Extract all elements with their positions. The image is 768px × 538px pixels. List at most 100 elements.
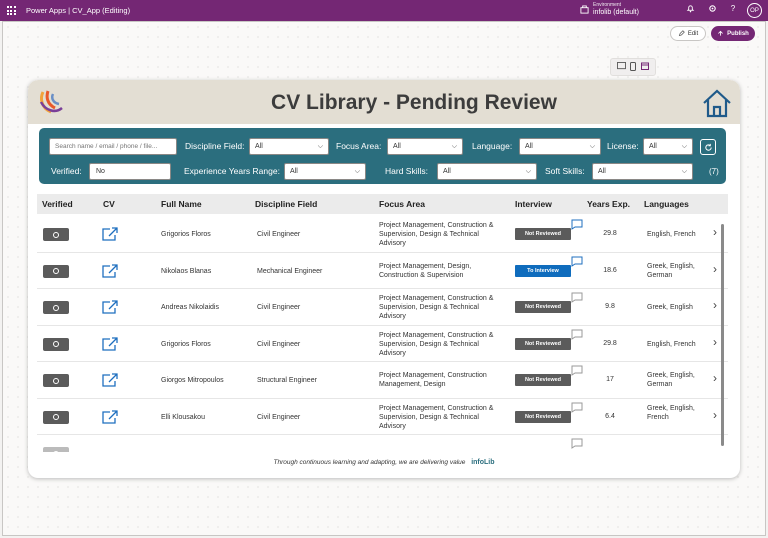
header-languages: Languages — [644, 199, 689, 209]
discipline: Civil Engineer — [257, 413, 301, 421]
discipline: Mechanical Engineer — [257, 267, 323, 275]
chevron-right-icon[interactable]: › — [713, 335, 717, 349]
help-icon[interactable]: ? — [726, 4, 740, 13]
table-row[interactable]: Giorgos Mitropoulos Structural Engineer … — [37, 362, 728, 399]
header-years: Years Exp. — [587, 199, 631, 209]
verified-input[interactable]: No — [89, 163, 171, 180]
experience-dropdown[interactable]: All ⌵ — [284, 163, 366, 180]
comment-icon — [571, 438, 583, 449]
open-cv-icon[interactable] — [101, 336, 119, 351]
environment-icon — [580, 5, 589, 14]
chevron-down-icon: ⌵ — [354, 168, 360, 175]
verify-button[interactable] — [43, 264, 69, 278]
chevron-right-icon[interactable]: › — [713, 408, 717, 422]
focus-area: Project Management, Construction & Super… — [379, 331, 494, 357]
edit-label: Edit — [687, 30, 699, 37]
open-cv-icon[interactable] — [101, 227, 119, 241]
verify-button[interactable] — [43, 228, 69, 241]
languages: Greek, English — [647, 304, 693, 311]
table-row[interactable]: Andreas Nikolaidis Civil Engineer Projec… — [37, 289, 728, 326]
publish-button[interactable]: Publish — [711, 26, 755, 41]
interview-status-button[interactable]: Not Reviewed — [515, 374, 571, 386]
result-count: (7) — [709, 167, 719, 176]
comment-icon[interactable] — [571, 219, 583, 230]
header-interview: Interview — [515, 199, 552, 209]
search-input[interactable] — [49, 138, 177, 155]
interview-status-button[interactable]: Not Reviewed — [515, 301, 571, 313]
chevron-down-icon: ⌵ — [681, 168, 687, 175]
language-value: All — [525, 143, 533, 150]
comment-icon[interactable] — [571, 256, 583, 267]
tablet-icon[interactable] — [617, 62, 627, 72]
license-label: License: — [607, 141, 639, 151]
table-row[interactable]: Grigorios Floros Civil Engineer Project … — [37, 216, 728, 253]
list-scrollbar[interactable] — [721, 224, 724, 446]
discipline: Civil Engineer — [257, 231, 301, 238]
hard-skills-label: Hard Skills: — [385, 166, 428, 176]
hard-skills-value: All — [443, 168, 451, 175]
comment-icon[interactable] — [571, 365, 583, 376]
interview-status-button[interactable]: Not Reviewed — [515, 228, 571, 240]
edit-button[interactable]: Edit — [670, 26, 706, 41]
chevron-down-icon: ⌵ — [317, 143, 323, 150]
pencil-icon — [678, 30, 685, 37]
discipline: Civil Engineer — [257, 304, 301, 311]
top-bar: Power Apps | CV_App (Editing) Environmen… — [0, 0, 768, 21]
interview-status-button[interactable]: Not Reviewed — [515, 337, 571, 350]
chevron-right-icon[interactable]: › — [713, 298, 717, 312]
open-cv-icon[interactable] — [101, 263, 119, 278]
chevron-right-icon[interactable]: › — [713, 371, 717, 385]
full-name: Andreas Nikolaidis — [161, 304, 219, 311]
avatar[interactable]: OP — [747, 3, 762, 18]
discipline-value: All — [255, 143, 263, 150]
table-row[interactable]: Nikolaos Blanas Mechanical Engineer Proj… — [37, 253, 728, 289]
header-full-name: Full Name — [161, 199, 202, 209]
open-cv-icon[interactable] — [101, 409, 119, 424]
header-cv: CV — [103, 199, 115, 209]
comment-icon[interactable] — [571, 402, 583, 413]
languages: Greek, English, German — [647, 372, 695, 388]
verify-button[interactable] — [43, 301, 69, 314]
interview-status-button[interactable]: Not Reviewed — [515, 410, 571, 423]
hard-skills-dropdown[interactable]: All ⌵ — [437, 163, 537, 180]
verify-button[interactable] — [43, 337, 69, 351]
device-preview-toggle — [610, 58, 656, 76]
app-launcher-icon[interactable] — [0, 0, 22, 21]
languages: English, French — [647, 231, 696, 238]
table-row[interactable]: Grigorios Floros Civil Engineer Project … — [37, 326, 728, 362]
discipline-dropdown[interactable]: All ⌵ — [249, 138, 329, 155]
candidate-list: Grigorios Floros Civil Engineer Project … — [37, 216, 728, 452]
bell-icon[interactable] — [683, 4, 697, 15]
app-header: CV Library - Pending Review — [28, 80, 740, 124]
verify-button[interactable] — [43, 374, 69, 387]
language-dropdown[interactable]: All ⌵ — [519, 138, 601, 155]
years-experience: 18.6 — [603, 266, 617, 274]
phone-icon[interactable] — [630, 61, 637, 73]
discipline: Structural Engineer — [257, 377, 317, 384]
open-cv-icon[interactable] — [101, 300, 119, 314]
focus-area: Project Management, Construction Managem… — [379, 372, 487, 388]
calendar-icon[interactable] — [640, 62, 649, 72]
full-name: Elli Klousakou — [161, 413, 205, 421]
chevron-right-icon[interactable]: › — [713, 262, 717, 276]
footer-tagline: Through continuous learning and adapting… — [273, 459, 466, 466]
chevron-right-icon[interactable]: › — [713, 225, 717, 239]
home-icon[interactable] — [701, 88, 733, 118]
focus-dropdown[interactable]: All ⌵ — [387, 138, 463, 155]
environment-picker[interactable]: Environment infolib (default) — [580, 3, 639, 16]
license-dropdown[interactable]: All ⌵ — [643, 138, 693, 155]
comment-icon[interactable] — [571, 329, 583, 340]
header-discipline: Discipline Field — [255, 199, 318, 209]
refresh-icon — [704, 143, 712, 151]
soft-skills-dropdown[interactable]: All ⌵ — [592, 163, 693, 180]
gear-icon[interactable] — [705, 4, 719, 15]
languages: Greek, English, German — [647, 262, 695, 279]
table-row[interactable]: Elli Klousakou Civil Engineer Project Ma… — [37, 399, 728, 435]
app-screen: CV Library - Pending Review Discipline F… — [28, 80, 740, 478]
years-experience: 9.8 — [605, 303, 615, 310]
comment-icon[interactable] — [571, 292, 583, 303]
reset-filters-button[interactable] — [700, 139, 716, 155]
verify-button[interactable] — [43, 410, 69, 424]
interview-status-button[interactable]: To Interview — [515, 264, 571, 277]
open-cv-icon[interactable] — [101, 373, 119, 387]
